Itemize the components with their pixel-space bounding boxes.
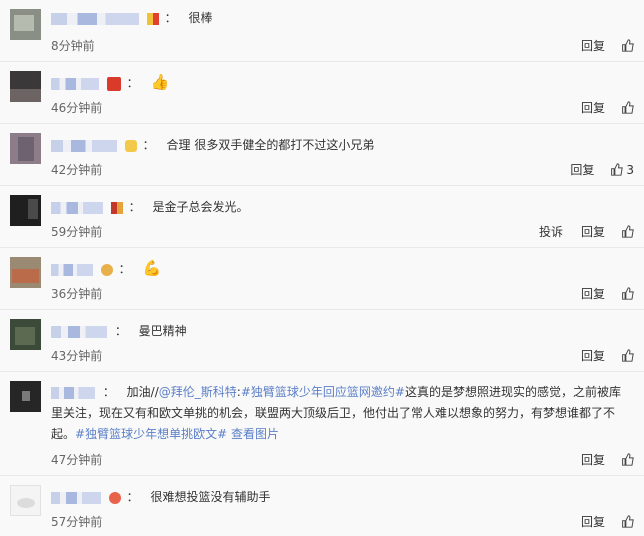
username[interactable]	[51, 263, 93, 276]
user-badge-icon	[106, 76, 121, 91]
comment-item: ： 加油//@拜伦_斯科特:#独臂篮球少年回应篮网邀约#这真的是梦想照进现实的感…	[0, 372, 644, 476]
username[interactable]	[51, 491, 101, 504]
comment-time: 8分钟前	[51, 39, 95, 53]
user-badge-icon	[124, 139, 137, 152]
reply-button[interactable]: 回复	[570, 161, 594, 178]
like-button[interactable]	[621, 39, 634, 52]
username[interactable]	[51, 325, 107, 338]
user-badge-icon	[110, 201, 123, 214]
avatar[interactable]	[10, 319, 41, 350]
reply-button[interactable]: 回复	[581, 347, 605, 364]
reply-button[interactable]: 回复	[581, 513, 605, 530]
avatar[interactable]	[10, 381, 41, 412]
thumb-up-icon	[622, 101, 634, 114]
like-button[interactable]	[621, 515, 634, 528]
comment-text: 是金子总会发光。	[152, 200, 249, 214]
thumb-up-icon	[611, 163, 624, 176]
like-button[interactable]	[621, 101, 634, 114]
comment-time: 46分钟前	[51, 101, 103, 115]
avatar[interactable]	[10, 257, 41, 288]
thumbs-up-emoji-icon: 👍	[150, 73, 170, 91]
comment-item: ： 💪 36分钟前 回复	[0, 248, 644, 310]
comment-item: ： 很难想投篮没有辅助手 57分钟前 回复	[0, 476, 644, 536]
avatar[interactable]	[10, 9, 41, 40]
comment-item: ： 👍 46分钟前 回复	[0, 62, 644, 124]
thumb-up-icon	[622, 39, 634, 52]
comment-time: 42分钟前	[51, 163, 103, 177]
reply-button[interactable]: 回复	[581, 99, 605, 116]
user-badge-icon	[146, 12, 159, 25]
thumb-up-icon	[622, 349, 634, 362]
username[interactable]	[51, 77, 99, 90]
like-button[interactable]	[621, 349, 634, 362]
thumb-up-icon	[622, 287, 634, 300]
comment-item: ： 是金子总会发光。 59分钟前 投诉 回复	[0, 186, 644, 248]
comment-list: ： 很棒 8分钟前 回复 ： 👍 46分钟前 回复 ： 合理 很多双手健全的都打…	[0, 0, 644, 536]
view-image-link[interactable]: 查看图片	[231, 427, 279, 441]
like-button[interactable]: 3	[610, 163, 634, 177]
username[interactable]	[51, 12, 139, 25]
avatar[interactable]	[10, 133, 41, 164]
hashtag-link[interactable]: #独臂篮球少年想单挑欧文#	[75, 427, 227, 441]
mention-link[interactable]: @拜伦_斯科特	[159, 385, 237, 399]
user-badge-icon	[108, 491, 121, 504]
comment-text-part: 加油//	[126, 385, 159, 399]
like-count: 3	[626, 162, 634, 177]
thumb-up-icon	[622, 515, 634, 528]
reply-button[interactable]: 回复	[581, 285, 605, 302]
username[interactable]	[51, 201, 103, 214]
reply-button[interactable]: 回复	[581, 451, 605, 468]
like-button[interactable]	[621, 287, 634, 300]
comment-text: 很难想投篮没有辅助手	[150, 490, 271, 504]
thumb-up-icon	[622, 453, 634, 466]
like-button[interactable]	[621, 453, 634, 466]
comment-text: 合理 很多双手健全的都打不过这小兄弟	[166, 138, 375, 152]
reply-button[interactable]: 回复	[581, 37, 605, 54]
comment-time: 57分钟前	[51, 515, 103, 529]
avatar[interactable]	[10, 195, 41, 226]
comment-text: 曼巴精神	[138, 324, 187, 338]
comment-time: 47分钟前	[51, 453, 103, 467]
comment-text: ： 加油//@拜伦_斯科特:#独臂篮球少年回应篮网邀约#这真的是梦想照进现实的感…	[51, 385, 621, 441]
comment-item: ： 合理 很多双手健全的都打不过这小兄弟 42分钟前 回复 3	[0, 124, 644, 186]
comment-time: 59分钟前	[51, 225, 103, 239]
comment-item: ： 很棒 8分钟前 回复	[0, 0, 644, 62]
flexed-biceps-emoji-icon: 💪	[142, 259, 162, 277]
comment-text: 很棒	[188, 11, 213, 25]
like-button[interactable]	[621, 225, 634, 238]
user-badge-icon	[100, 263, 113, 276]
username[interactable]	[51, 386, 95, 399]
username[interactable]	[51, 139, 117, 152]
avatar[interactable]	[10, 485, 41, 516]
hashtag-link[interactable]: #独臂篮球少年回应篮网邀约#	[241, 385, 405, 399]
avatar[interactable]	[10, 71, 41, 102]
report-button[interactable]: 投诉	[539, 223, 563, 240]
comment-time: 43分钟前	[51, 349, 103, 363]
comment-item: ： 曼巴精神 43分钟前 回复	[0, 310, 644, 372]
reply-button[interactable]: 回复	[581, 223, 605, 240]
comment-time: 36分钟前	[51, 287, 103, 301]
thumb-up-icon	[622, 225, 634, 238]
